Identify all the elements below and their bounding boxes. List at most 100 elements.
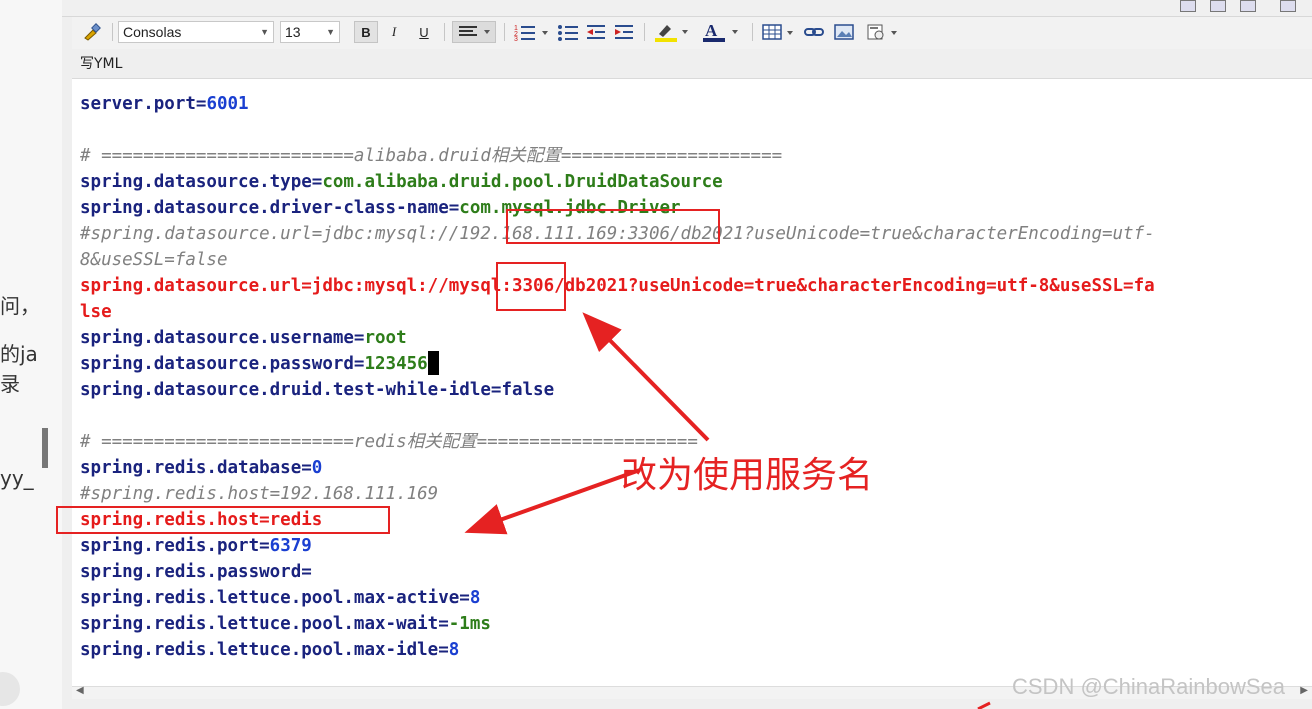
toolbar-separator <box>752 23 753 41</box>
scroll-left-arrow-icon[interactable]: ◀ <box>76 685 84 696</box>
code-line: spring.datasource.druid.test-while-idle=… <box>80 377 1155 403</box>
code-line: spring.datasource.username=root <box>80 325 1155 351</box>
font-color-icon: A <box>703 22 738 42</box>
code-line: spring.redis.password= <box>80 559 1155 585</box>
document-settings-icon <box>867 24 897 40</box>
link-icon <box>804 28 824 36</box>
font-family-value: Consolas <box>123 24 182 40</box>
code-line: spring.redis.port=6379 <box>80 533 1155 559</box>
code-line: #spring.redis.host=192.168.111.169 <box>80 481 1155 507</box>
italic-button[interactable]: I <box>382 21 406 43</box>
code-token: 8 <box>469 588 481 608</box>
code-token: spring.datasource.type= <box>80 172 323 192</box>
code-token: 6379 <box>269 536 312 556</box>
editor-toolbar: Consolas ▼ 13 ▼ B I U 123 A <box>72 17 1312 49</box>
left-page-fragment: 问， 的ja 录 yy_ <box>0 0 62 709</box>
font-color-button[interactable]: A <box>700 21 742 43</box>
toolbar-separator <box>504 23 505 41</box>
code-token: spring.redis.lettuce.pool.max-active= <box>80 588 470 608</box>
code-token: -1ms <box>448 614 491 634</box>
code-token: # ========================redis相关配置=====… <box>80 432 698 452</box>
code-block[interactable]: server.port=6001 # =====================… <box>80 91 1155 663</box>
svg-text:A: A <box>705 22 718 40</box>
code-token: #spring.redis.host=192.168.111.169 <box>80 484 439 504</box>
insert-image-button[interactable] <box>832 21 856 43</box>
clear-format-brush-icon[interactable] <box>80 21 104 43</box>
code-line: spring.redis.host=redis <box>80 507 1155 533</box>
editor-title-strip <box>62 0 1312 17</box>
indent-button[interactable] <box>612 21 636 43</box>
code-token: 0 <box>311 458 323 478</box>
unordered-list-button[interactable] <box>556 21 580 43</box>
code-token: spring.redis.port= <box>80 536 270 556</box>
code-line: spring.redis.lettuce.pool.max-wait=-1ms <box>80 611 1155 637</box>
code-token: 8 <box>448 640 460 660</box>
align-left-icon <box>459 26 490 36</box>
rich-text-editor: Consolas ▼ 13 ▼ B I U 123 A 写YML server.… <box>62 0 1312 709</box>
text-cursor <box>427 351 439 375</box>
unordered-list-icon <box>558 25 578 41</box>
font-size-value: 13 <box>285 24 301 40</box>
window-icon[interactable] <box>1210 0 1226 12</box>
code-line: lse <box>80 299 1155 325</box>
code-editor[interactable]: server.port=6001 # =====================… <box>72 78 1312 687</box>
toolbar-separator <box>112 23 113 41</box>
toolbar-separator <box>644 23 645 41</box>
code-line: spring.datasource.url=jdbc:mysql://mysql… <box>80 273 1155 299</box>
code-line: spring.redis.lettuce.pool.max-active=8 <box>80 585 1155 611</box>
insert-more-button[interactable] <box>864 21 902 43</box>
code-token: spring.datasource.username= <box>80 328 365 348</box>
insert-table-button[interactable] <box>760 21 798 43</box>
code-token: spring.datasource.druid.test-while-idle= <box>80 380 502 400</box>
scroll-right-arrow-icon[interactable]: ▶ <box>1300 685 1308 696</box>
code-line: # ========================alibaba.druid相… <box>80 143 1155 169</box>
code-token: spring.datasource.url=jdbc:mysql://mysql… <box>80 276 1155 296</box>
align-left-button[interactable] <box>452 21 496 43</box>
code-token: root <box>364 328 407 348</box>
table-icon <box>762 24 793 40</box>
editor-content-title: 写YML <box>80 56 123 72</box>
indent-icon <box>615 25 633 39</box>
code-line: server.port=6001 <box>80 91 1155 117</box>
code-token: #spring.datasource.url=jdbc:mysql://192.… <box>80 224 1155 244</box>
ordered-list-button[interactable]: 123 <box>512 21 552 43</box>
outdent-button[interactable] <box>584 21 608 43</box>
outdent-icon <box>587 25 605 39</box>
code-token: spring.redis.lettuce.pool.max-idle= <box>80 640 449 660</box>
font-family-select[interactable]: Consolas ▼ <box>118 21 274 43</box>
code-token: 123456 <box>364 354 428 374</box>
svg-text:3: 3 <box>514 36 518 41</box>
code-token: spring.redis.host=redis <box>80 510 323 530</box>
underline-button[interactable]: U <box>412 21 436 43</box>
code-token: server.port= <box>80 94 207 114</box>
left-text-fragment: yy_ <box>0 466 34 490</box>
code-line: 8&useSSL=false <box>80 247 1155 273</box>
chevron-down-icon: ▼ <box>326 27 335 37</box>
floating-circle-button[interactable] <box>0 672 20 706</box>
chevron-down-icon: ▼ <box>260 27 269 37</box>
window-icon[interactable] <box>1180 0 1196 12</box>
code-token: false <box>501 380 555 400</box>
bold-button[interactable]: B <box>354 21 378 43</box>
code-token: spring.redis.password= <box>80 562 312 582</box>
code-line: spring.datasource.driver-class-name=com.… <box>80 195 1155 221</box>
window-icon[interactable] <box>1280 0 1296 12</box>
insert-link-button[interactable] <box>802 21 826 43</box>
left-text-fragment: 录 <box>0 372 20 396</box>
left-scrollbar-thumb[interactable] <box>42 428 48 468</box>
left-text-fragment: 问， <box>0 294 40 318</box>
code-line: spring.datasource.password=123456 <box>80 351 1155 377</box>
window-icon[interactable] <box>1240 0 1256 12</box>
code-line: #spring.datasource.url=jdbc:mysql://192.… <box>80 221 1155 247</box>
code-token: # ========================alibaba.druid相… <box>80 146 783 166</box>
code-token: 6001 <box>206 94 249 114</box>
code-token: com.alibaba.druid.pool.DruidDataSource <box>322 172 723 192</box>
code-token: 8&useSSL=false <box>80 250 228 270</box>
left-text-fragment: 的ja <box>0 342 38 366</box>
code-line: spring.redis.lettuce.pool.max-idle=8 <box>80 637 1155 663</box>
highlight-color-button[interactable] <box>652 21 692 43</box>
code-token: lse <box>80 302 112 322</box>
font-size-select[interactable]: 13 ▼ <box>280 21 340 43</box>
